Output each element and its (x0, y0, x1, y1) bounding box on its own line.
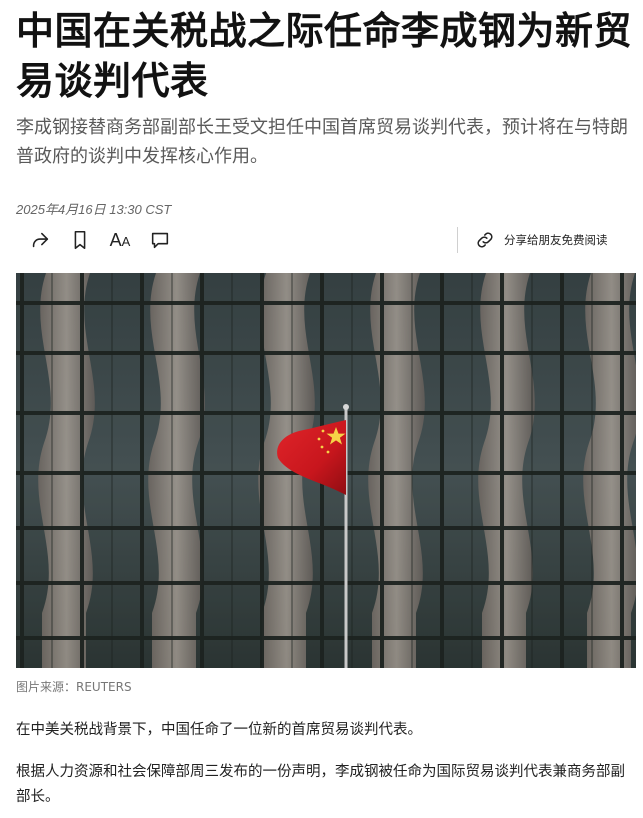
article-page: 中国在关税战之际任命李成钢为新贸易谈判代表 李成钢接替商务部副部长王受文担任中国… (0, 0, 643, 818)
article-toolbar: AA 分享给朋友免费阅读 (16, 224, 628, 256)
photo-credit: 图片来源：REUTERS (16, 680, 132, 694)
publish-date: 2025年4月16日 13:30 CST (16, 202, 172, 217)
comment-icon (151, 232, 169, 249)
article-photo[interactable] (16, 273, 636, 668)
font-size-label-large: A (109, 229, 122, 250)
gift-article-button[interactable]: 分享给朋友免费阅读 (474, 227, 608, 253)
font-size-label-small: A (121, 233, 131, 249)
bookmark-icon (74, 230, 86, 250)
headline: 中国在关税战之际任命李成钢为新贸易谈判代表 (16, 9, 633, 103)
article-summary: 李成钢接替商务部副部长王受文担任中国首席贸易谈判代表，预计将在与特朗普政府的谈判… (16, 117, 628, 167)
font-size-icon: AA (110, 230, 131, 251)
gift-article-label: 分享给朋友免费阅读 (504, 233, 608, 247)
link-icon (477, 232, 493, 248)
font-size-button[interactable]: AA (106, 226, 134, 254)
share-button[interactable] (26, 226, 54, 254)
comment-button[interactable] (146, 226, 174, 254)
bookmark-button[interactable] (66, 226, 94, 254)
share-icon (32, 232, 49, 248)
toolbar-divider (457, 227, 458, 253)
article-paragraph: 在中美关税战背景下，中国任命了一位新的首席贸易谈判代表。 (16, 722, 422, 738)
article-paragraph: 根据人力资源和社会保障部周三发布的一份声明，李成钢被任命为国际贸易谈判代表兼商务… (16, 764, 625, 805)
